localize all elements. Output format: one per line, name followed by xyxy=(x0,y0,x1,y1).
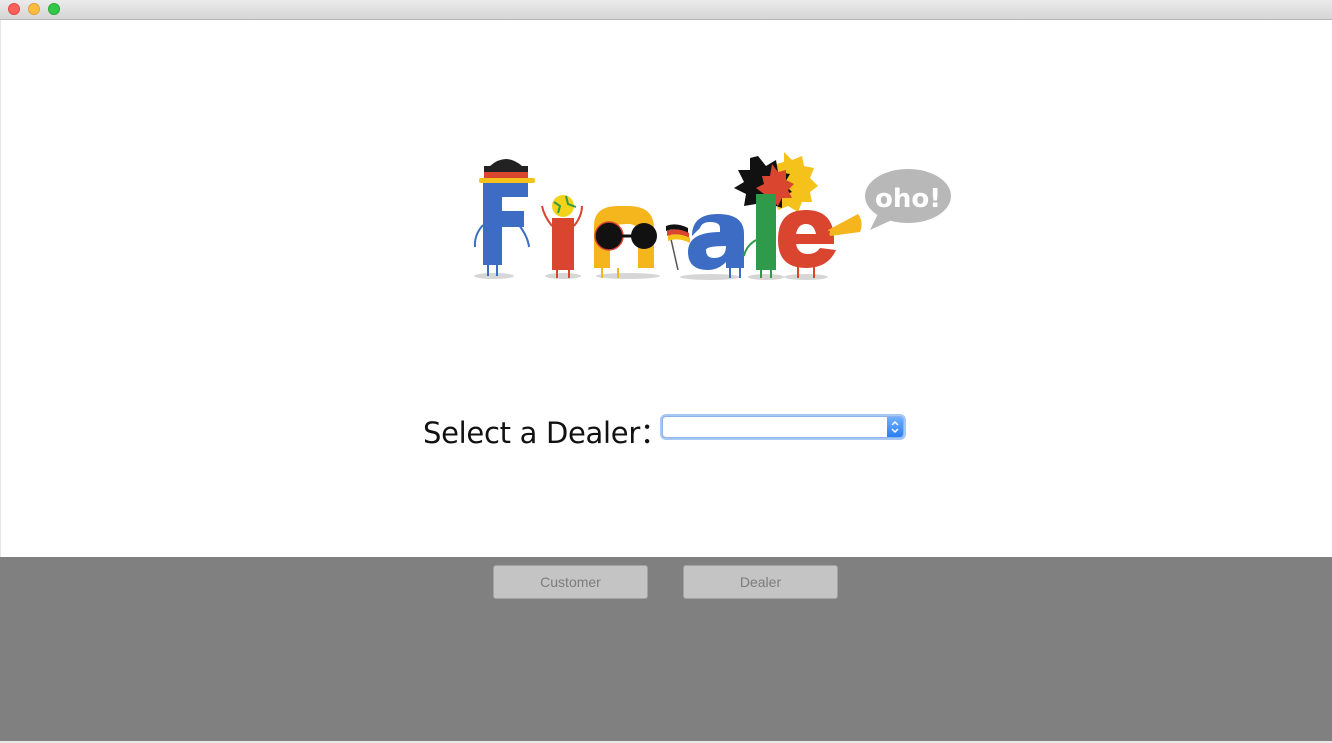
speech-bubble-text: oho! xyxy=(875,184,941,214)
close-window-button[interactable] xyxy=(8,3,20,15)
maximize-window-button[interactable] xyxy=(48,3,60,15)
letter-n xyxy=(594,206,690,278)
dealer-select[interactable] xyxy=(662,416,904,438)
finale-logo: oho! xyxy=(473,152,951,280)
letter-i xyxy=(541,195,583,278)
letter-e xyxy=(778,210,862,278)
main-content: oho! Select a Dealer： xyxy=(0,20,1332,557)
letter-f xyxy=(473,159,535,276)
content-edge xyxy=(0,20,1,557)
letter-a xyxy=(688,214,744,278)
window-titlebar xyxy=(0,0,1332,20)
speech-bubble: oho! xyxy=(865,169,951,230)
select-stepper-icon[interactable] xyxy=(887,417,903,437)
select-dealer-label: Select a Dealer： xyxy=(423,416,669,450)
minimize-window-button[interactable] xyxy=(28,3,40,15)
letter-l xyxy=(743,194,776,278)
footer-bar: Customer Dealer xyxy=(0,557,1332,741)
customer-button[interactable]: Customer xyxy=(493,565,648,599)
dealer-button[interactable]: Dealer xyxy=(683,565,838,599)
